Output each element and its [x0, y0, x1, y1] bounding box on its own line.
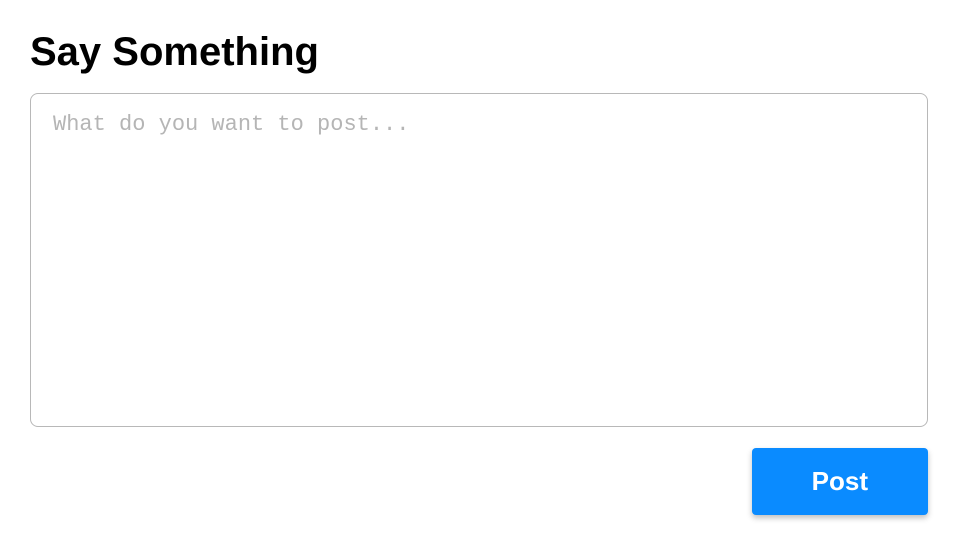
actions-row: Post: [30, 448, 928, 515]
post-button[interactable]: Post: [752, 448, 928, 515]
page-title: Say Something: [30, 30, 928, 75]
post-textarea[interactable]: [30, 93, 928, 427]
